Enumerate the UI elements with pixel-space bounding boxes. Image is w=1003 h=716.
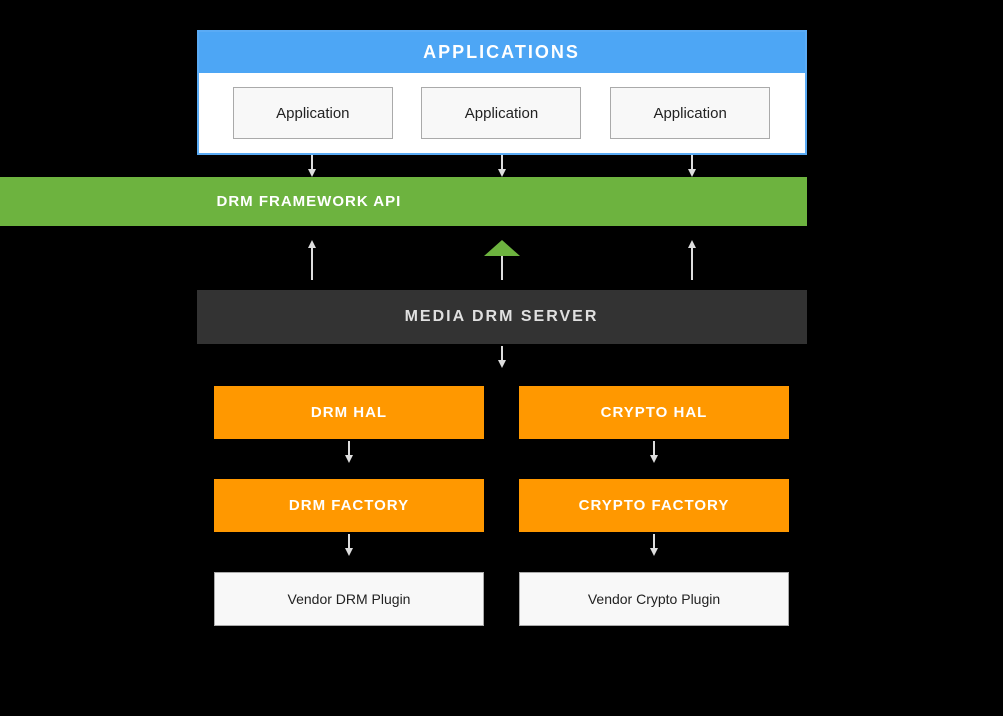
arrow-app2-down xyxy=(422,155,582,177)
arrow-col-1 xyxy=(232,230,392,290)
vendor-crypto-plugin-box: Vendor Crypto Plugin xyxy=(519,572,789,626)
arrow-up-svg-3 xyxy=(686,240,698,280)
arrow-hal-svg-1 xyxy=(343,441,355,463)
arrow-media-drm-svg xyxy=(496,346,508,368)
arrow-app1-down xyxy=(232,155,392,177)
drm-factory-box: DRM FACTORY xyxy=(214,479,484,532)
gap-section xyxy=(197,230,807,290)
arrow-down-svg-3 xyxy=(686,155,698,177)
arrow-media-drm-down xyxy=(197,346,807,368)
applications-block: APPLICATIONS Application Application App… xyxy=(197,30,807,155)
crypto-hal-box: CRYPTO HAL xyxy=(519,386,789,439)
hal-row: DRM HAL CRYPTO HAL xyxy=(197,386,807,439)
media-drm-server: MEDIA DRM SERVER xyxy=(197,290,807,344)
arrow-hal-svg-2 xyxy=(648,441,660,463)
arrow-dual-hal xyxy=(197,441,807,463)
vendor-drm-plugin-box: Vendor DRM Plugin xyxy=(214,572,484,626)
arrow-hal-2 xyxy=(519,441,789,463)
arrow-hal-1 xyxy=(214,441,484,463)
application-box-1: Application xyxy=(233,87,393,139)
arrow-factory-svg-2 xyxy=(648,534,660,556)
arrow-down-svg-2 xyxy=(496,155,508,177)
arrow-up-svg-1 xyxy=(306,240,318,280)
factory-row: DRM FACTORY CRYPTO FACTORY xyxy=(197,479,807,532)
arrows-down-from-apps xyxy=(197,155,807,177)
application-box-2: Application xyxy=(421,87,581,139)
arrow-down-svg-1 xyxy=(306,155,318,177)
plugin-row: Vendor DRM Plugin Vendor Crypto Plugin xyxy=(197,572,807,626)
arrow-factory-1 xyxy=(214,534,484,556)
crypto-factory-box: CRYPTO FACTORY xyxy=(519,479,789,532)
arrow-factory-row xyxy=(197,534,807,556)
application-box-3: Application xyxy=(610,87,770,139)
diagram-container: APPLICATIONS Application Application App… xyxy=(197,30,807,626)
arrow-factory-svg-1 xyxy=(343,534,355,556)
applications-header: APPLICATIONS xyxy=(199,32,805,73)
arrow-factory-2 xyxy=(519,534,789,556)
drm-framework-bar: DRM FRAMEWORK API xyxy=(0,177,807,226)
arrow-notch-svg xyxy=(484,240,520,280)
arrow-app3-down xyxy=(612,155,772,177)
drm-framework-wrapper: DRM FRAMEWORK API xyxy=(197,177,807,226)
arrow-col-3 xyxy=(612,230,772,290)
applications-boxes: Application Application Application xyxy=(199,73,805,153)
arrow-col-2 xyxy=(422,230,582,290)
drm-hal-box: DRM HAL xyxy=(214,386,484,439)
